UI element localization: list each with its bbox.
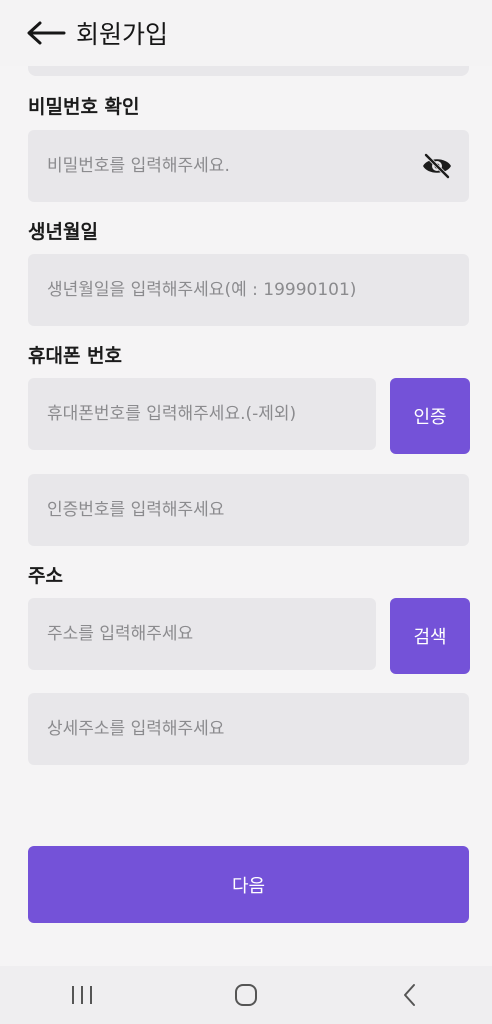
birthdate-label: 생년월일 — [28, 221, 98, 243]
eye-off-icon — [423, 153, 451, 179]
password-confirm-input[interactable] — [47, 156, 469, 176]
recent-apps-icon — [72, 986, 92, 1004]
home-icon — [235, 984, 257, 1006]
address-label: 주소 — [28, 565, 63, 587]
next-button[interactable]: 다음 — [28, 846, 469, 923]
verification-code-field — [28, 474, 469, 546]
recent-apps-button[interactable] — [52, 975, 112, 1015]
verify-button[interactable]: 인증 — [390, 378, 470, 454]
phone-field — [28, 378, 376, 450]
previous-field-edge — [28, 66, 469, 76]
verification-code-input[interactable] — [47, 500, 469, 520]
phone-label: 휴대폰 번호 — [28, 345, 123, 367]
system-navigation-bar — [0, 966, 492, 1024]
birthdate-input[interactable] — [47, 280, 469, 300]
back-icon — [404, 984, 415, 1006]
phone-input[interactable] — [47, 404, 376, 424]
arrow-left-icon — [27, 21, 66, 45]
address-field — [28, 598, 376, 670]
birthdate-field — [28, 254, 469, 326]
signup-screen: 회원가입 비밀번호 확인 생년월일 휴대폰 번호 인증 주소 검색 — [0, 0, 492, 1024]
password-confirm-field — [28, 130, 469, 202]
password-confirm-label: 비밀번호 확인 — [28, 96, 140, 118]
address-detail-field — [28, 693, 469, 765]
address-detail-input[interactable] — [47, 719, 469, 739]
home-button[interactable] — [216, 975, 276, 1015]
address-search-button[interactable]: 검색 — [390, 598, 470, 674]
system-back-button[interactable] — [380, 975, 440, 1015]
password-visibility-toggle[interactable] — [421, 152, 453, 180]
page-title: 회원가입 — [76, 20, 169, 49]
address-input[interactable] — [47, 624, 376, 644]
back-button[interactable] — [26, 18, 68, 48]
app-header: 회원가입 — [0, 0, 492, 66]
